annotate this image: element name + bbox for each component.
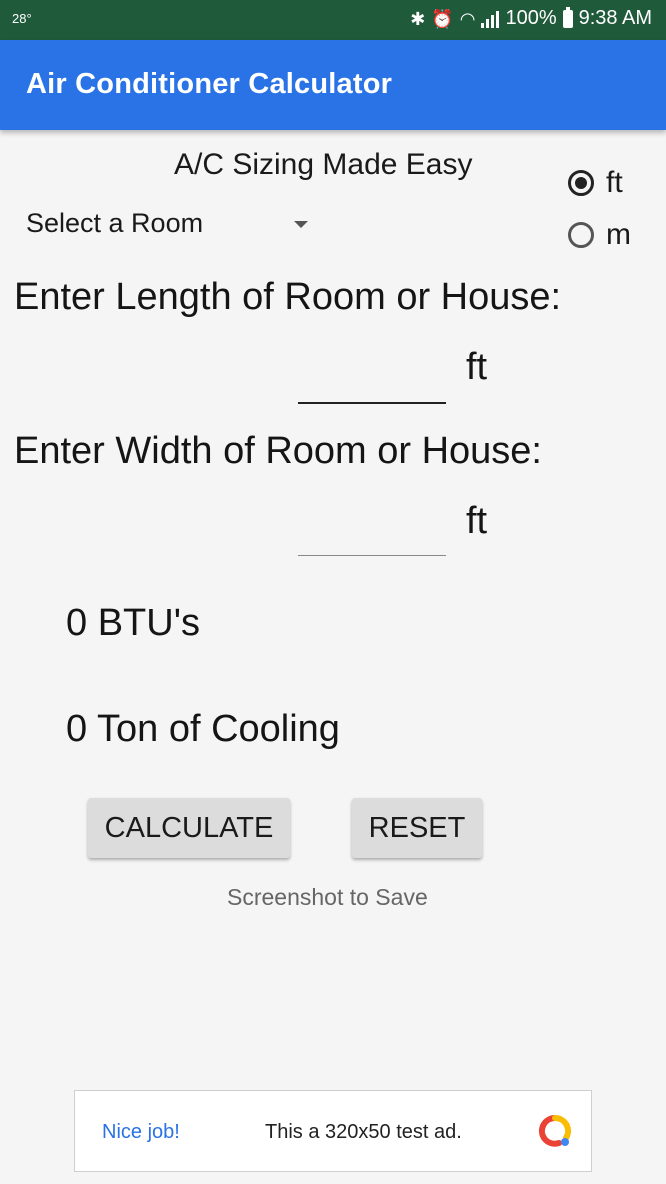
- status-icons: ✱ ⏰ ◠ 100% 9:38 AM: [410, 6, 652, 30]
- status-bar: 28° ✱ ⏰ ◠ 100% 9:38 AM: [0, 0, 666, 40]
- ad-text: This a 320x50 test ad.: [265, 1121, 462, 1143]
- clock: 9:38 AM: [578, 7, 652, 29]
- battery-icon: [562, 6, 573, 28]
- dropdown-arrow-icon: [294, 221, 308, 228]
- alarm-icon: ⏰: [431, 8, 454, 29]
- unit-option-m-label: m: [606, 218, 631, 251]
- ton-result: 0 Ton of Cooling: [66, 708, 340, 750]
- ad-nice-job: Nice job!: [102, 1121, 180, 1143]
- wifi-icon: ◠: [459, 8, 476, 29]
- width-prompt: Enter Width of Room or House:: [14, 430, 542, 472]
- calculate-button[interactable]: CALCULATE: [88, 798, 290, 858]
- unit-option-ft-label: ft: [606, 166, 623, 199]
- bluetooth-icon: ✱: [410, 8, 426, 29]
- unit-option-ft[interactable]: ft: [568, 166, 623, 200]
- app-title: Air Conditioner Calculator: [26, 68, 393, 100]
- room-select-dropdown[interactable]: Select a Room: [26, 206, 316, 242]
- signal-icon: [481, 10, 500, 28]
- page-subtitle: A/C Sizing Made Easy: [174, 148, 473, 181]
- ad-logo-icon: [538, 1114, 572, 1147]
- app-bar: Air Conditioner Calculator: [0, 40, 666, 130]
- length-input[interactable]: [298, 352, 446, 404]
- battery-percent: 100%: [505, 7, 557, 29]
- temperature-indicator: 28°: [12, 11, 32, 26]
- width-input[interactable]: [298, 506, 446, 556]
- unit-option-m[interactable]: m: [568, 218, 631, 252]
- radio-m-icon[interactable]: [568, 222, 594, 248]
- reset-button[interactable]: RESET: [352, 798, 482, 858]
- btu-result: 0 BTU's: [66, 602, 200, 644]
- length-unit: ft: [466, 346, 488, 388]
- save-hint: Screenshot to Save: [227, 884, 428, 910]
- length-prompt: Enter Length of Room or House:: [14, 276, 562, 318]
- room-select-value: Select a Room: [26, 208, 204, 238]
- ad-banner[interactable]: Nice job! This a 320x50 test ad.: [74, 1090, 592, 1172]
- radio-ft-icon[interactable]: [568, 170, 594, 196]
- width-unit: ft: [466, 500, 488, 542]
